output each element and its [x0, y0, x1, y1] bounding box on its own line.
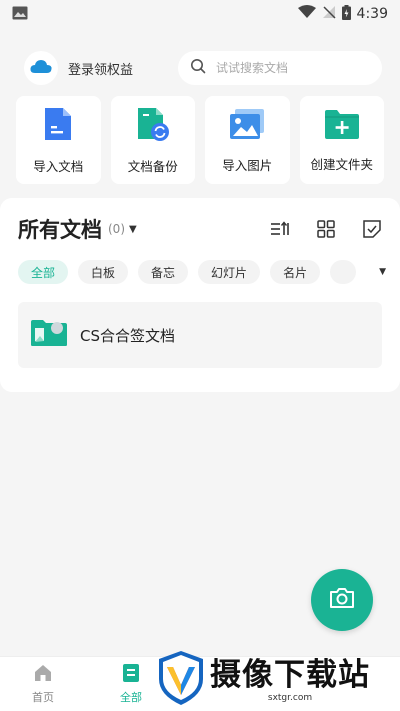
import-document-label: 导入文档 — [33, 158, 84, 174]
filter-chip-business-card[interactable]: 名片 — [270, 260, 321, 284]
document-backup-icon — [135, 106, 171, 146]
create-folder-icon — [324, 108, 360, 144]
nav-home-label: 首页 — [32, 691, 54, 704]
watermark-sub: sxtgr.com — [267, 692, 313, 703]
watermark-logo-icon — [156, 649, 206, 711]
no-signal-icon — [322, 5, 336, 23]
documents-toolbar — [270, 219, 382, 239]
folder-icon — [30, 319, 68, 351]
sort-icon[interactable] — [270, 219, 290, 239]
account-login-button[interactable]: 登录领权益 — [24, 51, 174, 85]
import-image-button[interactable]: 导入图片 — [205, 96, 290, 184]
documents-panel: 所有文档 (0) ▼ 全部 白板 备忘 幻灯片 名片 ▼ CS合合签文档 — [0, 198, 400, 392]
documents-title[interactable]: 所有文档 — [18, 214, 102, 244]
watermark-main: 摄像下载站 — [210, 656, 370, 693]
list-item[interactable]: CS合合签文档 — [18, 302, 382, 368]
search-bar[interactable] — [178, 51, 382, 85]
search-icon — [190, 58, 206, 78]
watermark-text: 摄像下载站 sxtgr.com — [210, 657, 370, 703]
cloud-icon — [30, 58, 52, 78]
nav-all[interactable]: 全部 — [120, 663, 142, 705]
create-folder-label: 创建文件夹 — [310, 156, 373, 172]
battery-charging-icon — [341, 4, 351, 24]
documents-count: (0) — [108, 222, 125, 236]
document-backup-label: 文档备份 — [127, 158, 178, 174]
filter-chip-more-partial[interactable] — [330, 260, 357, 284]
account-label: 登录领权益 — [68, 62, 134, 78]
import-image-icon — [228, 107, 266, 145]
gallery-notification-icon — [12, 5, 28, 24]
camera-icon — [329, 587, 355, 613]
wifi-icon — [297, 5, 316, 23]
nav-home[interactable]: 首页 — [32, 663, 54, 705]
document-backup-button[interactable]: 文档备份 — [110, 96, 195, 184]
import-document-button[interactable]: 导入文档 — [16, 96, 101, 184]
status-time: 4:39 — [356, 6, 388, 22]
camera-button[interactable] — [311, 569, 373, 631]
create-folder-button[interactable]: 创建文件夹 — [299, 96, 384, 184]
all-docs-icon — [121, 663, 141, 686]
nav-all-label: 全部 — [120, 691, 142, 704]
search-input[interactable] — [216, 61, 356, 75]
grid-view-icon[interactable] — [316, 219, 336, 239]
multi-select-icon[interactable] — [362, 219, 382, 239]
import-document-icon — [41, 106, 75, 146]
dropdown-caret-icon[interactable]: ▼ — [129, 224, 137, 235]
filter-chip-whiteboard[interactable]: 白板 — [78, 260, 129, 284]
status-bar: 4:39 — [0, 0, 400, 28]
cloud-avatar — [24, 51, 58, 85]
document-name: CS合合签文档 — [80, 326, 175, 345]
quick-actions: 导入文档 文档备份 导入图片 创建文件夹 — [16, 96, 384, 184]
filter-chips: 全部 白板 备忘 幻灯片 名片 ▼ — [18, 260, 386, 284]
filter-chip-all[interactable]: 全部 — [18, 260, 69, 284]
filter-chip-memo[interactable]: 备忘 — [138, 260, 189, 284]
filter-chip-slides[interactable]: 幻灯片 — [198, 260, 261, 284]
documents-header: 所有文档 (0) ▼ — [18, 214, 382, 244]
import-image-label: 导入图片 — [222, 157, 273, 173]
header: 登录领权益 — [24, 50, 382, 86]
watermark: 摄像下载站 sxtgr.com — [156, 648, 400, 711]
home-icon — [33, 663, 53, 686]
more-filters-icon[interactable]: ▼ — [379, 267, 386, 277]
